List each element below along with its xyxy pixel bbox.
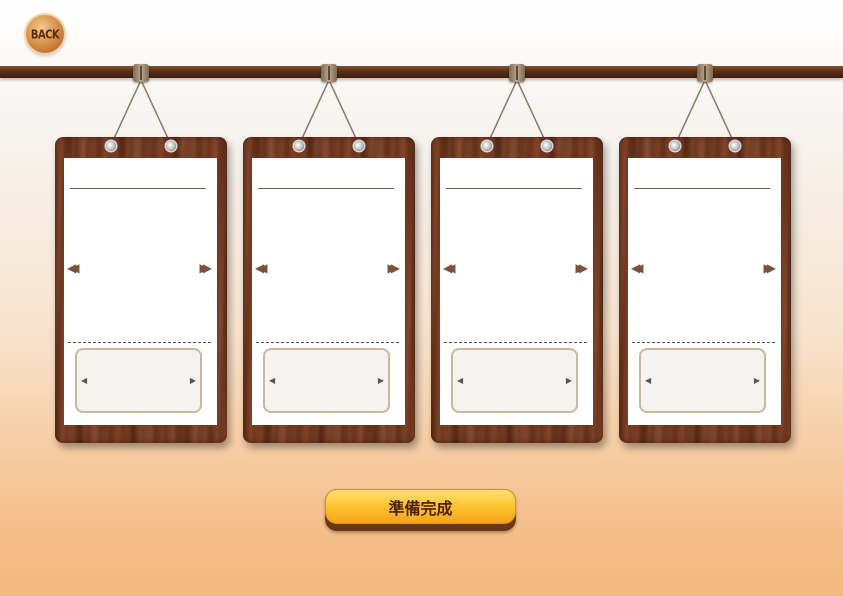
name-line xyxy=(258,188,394,189)
arrow-right-icon[interactable]: ▶ xyxy=(378,376,384,385)
eyelet-icon xyxy=(354,141,364,151)
arrow-left-icon[interactable]: ◀ xyxy=(457,376,463,385)
ready-button-label: 準備完成 xyxy=(388,498,453,518)
rod-clip xyxy=(697,64,713,82)
option-selector[interactable]: ◀ ▶ xyxy=(639,348,766,413)
option-selector[interactable]: ◀ ▶ xyxy=(451,348,578,413)
arrow-right-icon[interactable]: ▶ xyxy=(754,376,760,385)
divider xyxy=(256,342,399,343)
double-chevron-left-icon[interactable]: ◀◀ xyxy=(631,261,644,275)
board-paper: ◀◀ ▶▶ ◀ ▶ xyxy=(252,158,405,425)
board-paper: ◀◀ ▶▶ ◀ ▶ xyxy=(64,158,217,425)
arrow-left-icon[interactable]: ◀ xyxy=(81,376,87,385)
eyelet-icon xyxy=(294,141,304,151)
arrow-right-icon[interactable]: ▶ xyxy=(190,376,196,385)
ready-button[interactable]: 準備完成 xyxy=(325,489,516,531)
eyelet-icon xyxy=(106,141,116,151)
double-chevron-right-icon[interactable]: ▶▶ xyxy=(576,261,589,275)
divider xyxy=(68,342,211,343)
character-board-4: ◀◀ ▶▶ ◀ ▶ xyxy=(619,137,791,443)
character-board-3: ◀◀ ▶▶ ◀ ▶ xyxy=(431,137,603,443)
arrow-right-icon[interactable]: ▶ xyxy=(566,376,572,385)
divider xyxy=(444,342,587,343)
rod-clip xyxy=(509,64,525,82)
character-board-1: ◀◀ ▶▶ ◀ ▶ xyxy=(55,137,227,443)
double-chevron-right-icon[interactable]: ▶▶ xyxy=(388,261,401,275)
option-selector[interactable]: ◀ ▶ xyxy=(75,348,202,413)
rod-clip xyxy=(133,64,149,82)
board-paper: ◀◀ ▶▶ ◀ ▶ xyxy=(628,158,781,425)
eyelet-icon xyxy=(730,141,740,151)
double-chevron-left-icon[interactable]: ◀◀ xyxy=(67,261,80,275)
double-chevron-right-icon[interactable]: ▶▶ xyxy=(200,261,213,275)
character-board-2: ◀◀ ▶▶ ◀ ▶ xyxy=(243,137,415,443)
eyelet-icon xyxy=(482,141,492,151)
double-chevron-right-icon[interactable]: ▶▶ xyxy=(764,261,777,275)
ready-button-face: 準備完成 xyxy=(325,489,516,524)
hanging-rod xyxy=(0,66,843,78)
option-selector[interactable]: ◀ ▶ xyxy=(263,348,390,413)
eyelet-icon xyxy=(166,141,176,151)
board-paper: ◀◀ ▶▶ ◀ ▶ xyxy=(440,158,593,425)
name-line xyxy=(70,188,206,189)
name-line xyxy=(634,188,770,189)
rod-clip xyxy=(321,64,337,82)
name-line xyxy=(446,188,582,189)
arrow-left-icon[interactable]: ◀ xyxy=(269,376,275,385)
eyelet-icon xyxy=(670,141,680,151)
divider xyxy=(632,342,775,343)
double-chevron-left-icon[interactable]: ◀◀ xyxy=(443,261,456,275)
hanging-strings xyxy=(110,78,736,146)
arrow-left-icon[interactable]: ◀ xyxy=(645,376,651,385)
double-chevron-left-icon[interactable]: ◀◀ xyxy=(255,261,268,275)
eyelet-icon xyxy=(542,141,552,151)
